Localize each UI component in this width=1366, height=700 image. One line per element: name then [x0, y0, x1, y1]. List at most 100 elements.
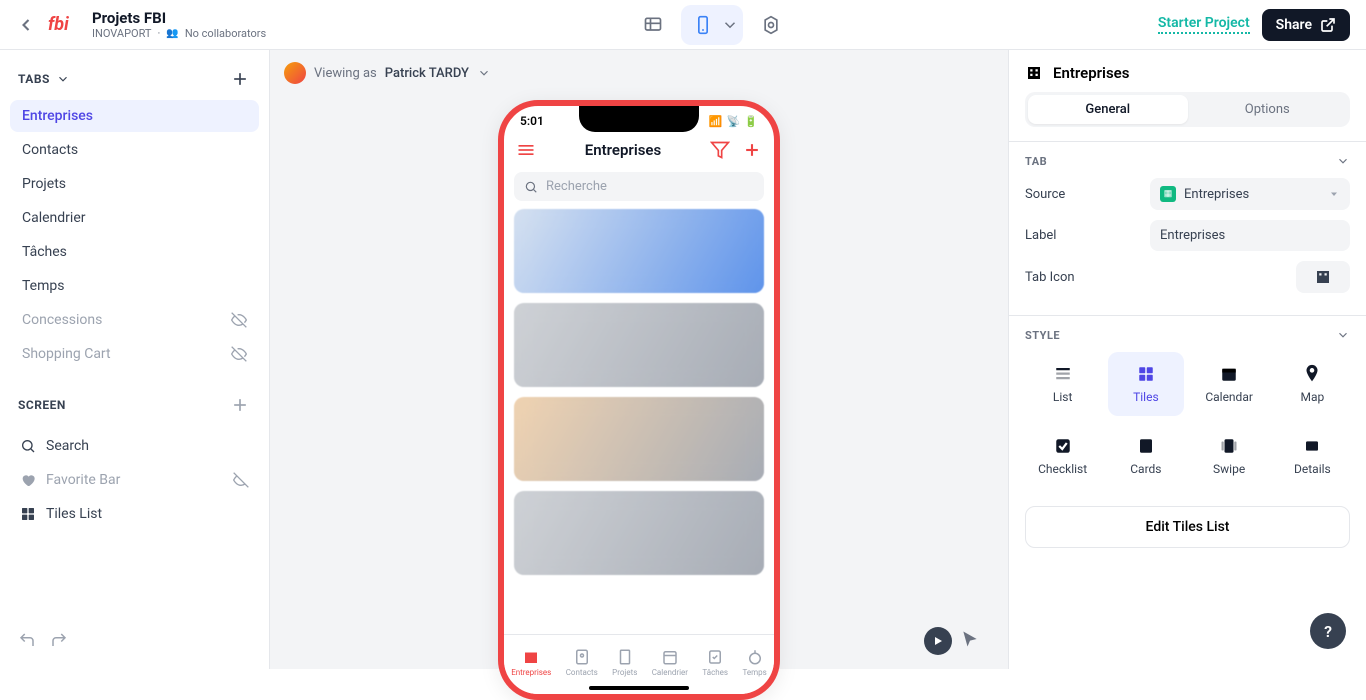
style-details[interactable]: Details — [1275, 424, 1350, 488]
sidebar-tab-calendrier[interactable]: Calendrier — [10, 202, 259, 234]
collaborators-text[interactable]: No collaborators — [185, 27, 266, 40]
tabicon-row: Tab Icon — [1025, 261, 1350, 293]
seg-options[interactable]: Options — [1188, 95, 1348, 124]
sidebar-tab-taches[interactable]: Tâches — [10, 236, 259, 268]
sidebar-tab-concessions[interactable]: Concessions — [10, 304, 259, 336]
redo-button[interactable] — [50, 631, 68, 649]
undo-button[interactable] — [18, 631, 36, 649]
search-icon — [524, 180, 538, 194]
settings-button[interactable] — [751, 7, 791, 43]
phone-view-selector[interactable] — [681, 5, 743, 45]
edit-tiles-list-button[interactable]: Edit Tiles List — [1025, 506, 1350, 548]
phone-preview: 5:01 📶 📡 🔋 Entreprises — [498, 100, 780, 700]
tabbar-entreprises[interactable]: Entreprises — [511, 648, 551, 677]
style-swipe[interactable]: Swipe — [1192, 424, 1267, 488]
style-checklist[interactable]: Checklist — [1025, 424, 1100, 488]
tile-item[interactable] — [514, 209, 764, 293]
add-screen-button[interactable] — [229, 394, 251, 416]
play-button[interactable] — [924, 627, 952, 655]
signal-icon: 📶 — [709, 115, 723, 128]
source-row: Source ▦ Entreprises — [1025, 178, 1350, 210]
chevron-down-icon[interactable] — [721, 16, 739, 34]
menu-icon[interactable] — [516, 140, 536, 160]
screen-list: Search Favorite Bar Tiles List — [10, 430, 259, 530]
viewing-as-bar[interactable]: Viewing as Patrick TARDY — [270, 50, 1008, 96]
tile-item[interactable] — [514, 303, 764, 387]
dropdown-icon — [1328, 188, 1340, 200]
tiles-list — [504, 209, 774, 575]
tabbar-projets[interactable]: Projets — [612, 648, 637, 677]
app-title: Entreprises — [585, 141, 661, 159]
screen-item-favorite-bar[interactable]: Favorite Bar — [10, 464, 259, 496]
style-list[interactable]: List — [1025, 352, 1100, 416]
home-indicator — [589, 686, 689, 690]
search-placeholder: Recherche — [546, 179, 607, 194]
help-button[interactable]: ? — [1310, 613, 1346, 649]
tabbar-taches[interactable]: Tâches — [702, 648, 728, 677]
sidebar-tab-entreprises[interactable]: Entreprises — [10, 100, 259, 132]
chevron-down-icon — [477, 66, 491, 80]
sidebar-tab-projets[interactable]: Projets — [10, 168, 259, 200]
screen-section-label: SCREEN — [18, 398, 66, 412]
label-input[interactable]: Entreprises — [1150, 220, 1350, 251]
add-icon[interactable] — [742, 140, 762, 160]
share-label: Share — [1276, 17, 1312, 33]
phone-view-button[interactable] — [685, 9, 721, 41]
header-actions: Starter Project Share — [1158, 9, 1350, 41]
heart-icon — [20, 472, 36, 488]
sidebar-tab-shopping-cart[interactable]: Shopping Cart — [10, 338, 259, 370]
tabicon-picker[interactable] — [1296, 261, 1350, 293]
share-button[interactable]: Share — [1262, 9, 1350, 41]
style-section-header[interactable]: STYLE — [1025, 328, 1350, 342]
style-tiles[interactable]: Tiles — [1108, 352, 1183, 416]
starter-project-link[interactable]: Starter Project — [1158, 15, 1250, 34]
desktop-view-button[interactable] — [633, 7, 673, 43]
building-icon — [1314, 268, 1332, 286]
project-info: Projets FBI INOVAPORT · 👥 No collaborato… — [92, 9, 266, 40]
app-header: Entreprises — [504, 132, 774, 168]
seg-general[interactable]: General — [1028, 95, 1188, 124]
tabbar-contacts[interactable]: Contacts — [566, 648, 598, 677]
tile-item[interactable] — [514, 397, 764, 481]
filter-icon[interactable] — [710, 140, 730, 160]
sidebar-tab-temps[interactable]: Temps — [10, 270, 259, 302]
tile-item[interactable] — [514, 491, 764, 575]
style-calendar[interactable]: Calendar — [1192, 352, 1267, 416]
tiles-icon — [20, 506, 36, 522]
tabs-section-label: TABS — [18, 72, 50, 86]
tabbar-calendrier[interactable]: Calendrier — [652, 648, 688, 677]
app-search-bar[interactable]: Recherche — [514, 172, 764, 201]
project-title: Projets FBI — [92, 9, 266, 27]
tabbar-temps[interactable]: Temps — [742, 648, 766, 677]
logo: fbi — [48, 13, 80, 37]
tabicon-label: Tab Icon — [1025, 270, 1075, 285]
cursor-button[interactable] — [960, 629, 980, 653]
sidebar-tab-contacts[interactable]: Contacts — [10, 134, 259, 166]
sidebar: TABS Entreprises Contacts Projets Calend… — [0, 50, 270, 669]
phone-time: 5:01 — [520, 114, 544, 128]
add-tab-button[interactable] — [229, 68, 251, 90]
app-tabbar: Entreprises Contacts Projets Calendrier … — [504, 634, 774, 694]
hidden-icon — [231, 312, 247, 328]
viewing-as-user: Patrick TARDY — [385, 66, 469, 81]
source-select[interactable]: ▦ Entreprises — [1150, 178, 1350, 210]
project-subtitle: INOVAPORT · 👥 No collaborators — [92, 27, 266, 40]
style-cards[interactable]: Cards — [1108, 424, 1183, 488]
viewport-controls — [633, 5, 791, 45]
screen-item-search[interactable]: Search — [10, 430, 259, 462]
viewing-as-label: Viewing as — [314, 66, 377, 81]
back-button[interactable] — [16, 15, 36, 35]
org-name: INOVAPORT — [92, 27, 152, 40]
tabs-section-header[interactable]: TABS — [10, 62, 259, 100]
phone-notch — [579, 106, 699, 132]
screen-section-header[interactable]: SCREEN — [10, 388, 259, 426]
screen-item-tiles-list[interactable]: Tiles List — [10, 498, 259, 530]
tab-section: TAB Source ▦ Entreprises Label Entrepris… — [1009, 141, 1366, 315]
undo-redo-controls — [10, 623, 259, 657]
tab-section-header[interactable]: TAB — [1025, 154, 1350, 168]
tab-list: Entreprises Contacts Projets Calendrier … — [10, 100, 259, 370]
style-map[interactable]: Map — [1275, 352, 1350, 416]
wifi-icon: 📡 — [727, 115, 741, 128]
source-label: Source — [1025, 187, 1065, 202]
hidden-icon — [231, 346, 247, 362]
